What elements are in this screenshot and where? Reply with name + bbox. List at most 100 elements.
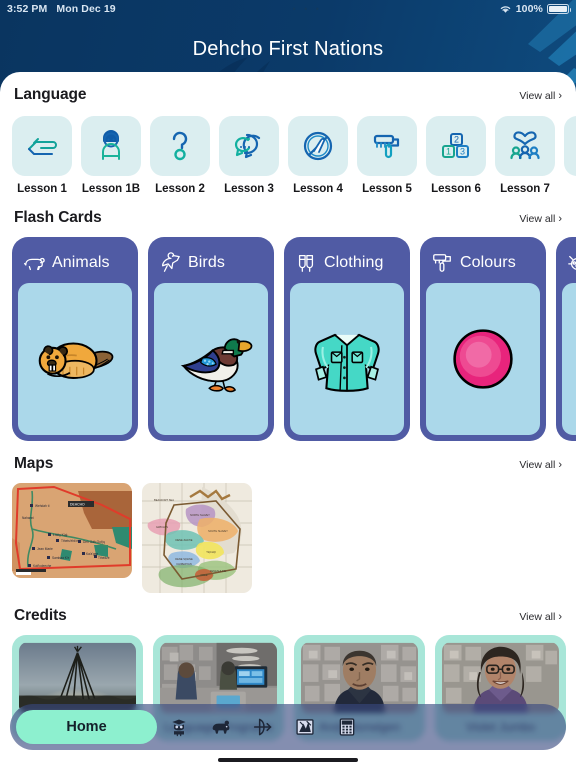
calculator-icon	[339, 718, 355, 736]
svg-text:GWICH'IN: GWICH'IN	[156, 525, 168, 529]
language-view-all-label: View all	[519, 90, 556, 102]
heart-family-icon	[510, 131, 540, 160]
regional-language-areas-map-art: NORTH SLAVEY GWICH'IN SOUTH SLAVEY DENE …	[142, 483, 252, 593]
flash-card-animals[interactable]: Animals	[12, 237, 138, 441]
speech-bubbles-icon	[234, 133, 261, 159]
chevron-right-icon: ›	[558, 89, 562, 102]
flash-card-colours-label: Colours	[460, 254, 516, 271]
lesson-5-label: Lesson 5	[362, 183, 412, 195]
flash-card-animals-art	[18, 283, 132, 435]
flash-card-birds-header: Birds	[154, 243, 268, 283]
sidebar-item-lesson-2[interactable]: Lesson 2	[150, 116, 210, 195]
status-time: 3:52 PM	[7, 3, 48, 15]
sidebar-item-lesson-1b[interactable]: Lesson 1B	[81, 116, 141, 195]
svg-text:2: 2	[454, 135, 459, 145]
status-bar: 3:52 PM Mon Dec 19 • • • 100%	[0, 0, 576, 18]
flash-card-colours[interactable]: Colours	[420, 237, 546, 441]
pink-circle-art	[453, 329, 513, 389]
chevron-right-icon: ›	[558, 610, 562, 623]
tab-hunting[interactable]	[243, 710, 283, 744]
maps-section-header: Maps View all ›	[0, 455, 576, 473]
lesson-5-tile[interactable]	[357, 116, 417, 176]
sidebar-item-lesson-7[interactable]: Lesson 7	[495, 116, 555, 195]
content-sheet: Language View all › Lesson 1 Lesson 1B L…	[0, 72, 576, 768]
svg-text:Kátł'odeeche: Kátł'odeeche	[33, 564, 52, 568]
svg-text:CREE: CREE	[200, 573, 207, 577]
sidebar-item-lesson-6[interactable]: 2 1 3 Lesson 6	[426, 116, 486, 195]
credits-section-header: Credits View all ›	[0, 607, 576, 625]
maps-list[interactable]: Wehdah tí Łíídlı̨ı̨ Kų́ę́ Tthets'éhk'e Deh…	[0, 473, 576, 593]
roller-icon	[433, 254, 451, 272]
svg-text:Sambaa K'e: Sambaa K'e	[52, 556, 69, 560]
flash-card-clothing-label: Clothing	[324, 254, 384, 271]
tab-language[interactable]	[159, 710, 199, 744]
battery-full-icon	[547, 4, 571, 14]
flash-card-birds[interactable]: Birds	[148, 237, 274, 441]
language-section-title: Language	[14, 86, 87, 103]
section-language: Language View all › Lesson 1 Lesson 1B L…	[0, 86, 576, 195]
app-root: 3:52 PM Mon Dec 19 • • • 100% Dehcho Fir…	[0, 0, 576, 768]
flash-card-clothing-art	[290, 283, 404, 435]
lesson-6-label: Lesson 6	[431, 183, 481, 195]
wifi-icon	[500, 6, 510, 13]
status-date: Mon Dec 19	[56, 3, 116, 15]
chevron-right-icon: ›	[558, 458, 562, 471]
svg-text:Deh Gáh Got'ı̨ę: Deh Gáh Got'ı̨ę	[83, 540, 105, 544]
flash-card-clothing[interactable]: Clothing	[284, 237, 410, 441]
svg-text:CHIPEWYAN: CHIPEWYAN	[176, 562, 192, 566]
flash-card-insects-art	[562, 283, 576, 435]
language-lesson-list[interactable]: Lesson 1 Lesson 1B Lesson 2 Lesson 3 Les…	[0, 106, 576, 195]
flash-cards-view-all-button[interactable]: View all ›	[519, 213, 562, 225]
flash-card-colours-art	[426, 283, 540, 435]
map-icon	[296, 719, 314, 735]
tab-flash-cards[interactable]	[201, 710, 241, 744]
flash-card-birds-label: Birds	[188, 254, 225, 271]
flash-card-animals-label: Animals	[52, 254, 110, 271]
maps-view-all-label: View all	[519, 459, 556, 471]
flash-card-insects[interactable]	[556, 237, 576, 441]
lesson-7-label: Lesson 7	[500, 183, 550, 195]
flash-card-animals-header: Animals	[18, 243, 132, 283]
section-flash-cards: Flash Cards View all › Animals Birds Clo…	[0, 209, 576, 441]
svg-text:DENESULINE: DENESULINE	[210, 569, 227, 573]
paint-roller-icon	[373, 134, 400, 159]
svg-text:DEHCHO: DEHCHO	[70, 503, 85, 507]
sidebar-item-lesson-8-partial[interactable]: Le	[564, 116, 576, 195]
no-utensils-icon	[303, 131, 333, 161]
battery-percent-label: 100%	[515, 3, 543, 15]
language-view-all-button[interactable]: View all ›	[519, 90, 562, 102]
bug-icon	[568, 255, 576, 270]
tab-numbers[interactable]	[327, 710, 367, 744]
sidebar-item-lesson-4[interactable]: Lesson 4	[288, 116, 348, 195]
lesson-1b-tile[interactable]	[81, 116, 141, 176]
svg-text:SOUTH SLAVEY: SOUTH SLAVEY	[208, 529, 228, 533]
sidebar-item-lesson-3[interactable]: Lesson 3	[219, 116, 279, 195]
lesson-2-tile[interactable]	[150, 116, 210, 176]
bird-icon	[162, 252, 180, 272]
svg-text:Nahanni: Nahanni	[22, 516, 34, 520]
lesson-6-tile[interactable]: 2 1 3	[426, 116, 486, 176]
flash-cards-section-title: Flash Cards	[14, 209, 102, 226]
lesson-1-tile[interactable]	[12, 116, 72, 176]
status-bar-left: 3:52 PM Mon Dec 19	[7, 3, 116, 15]
sidebar-item-lesson-1[interactable]: Lesson 1	[12, 116, 72, 195]
lesson-7-tile[interactable]	[495, 116, 555, 176]
lesson-4-tile[interactable]	[288, 116, 348, 176]
regional-language-areas-map-thumbnail[interactable]: NORTH SLAVEY GWICH'IN SOUTH SLAVEY DENE …	[142, 483, 252, 593]
lesson-8-tile[interactable]	[564, 116, 576, 176]
flash-cards-section-header: Flash Cards View all ›	[0, 209, 576, 227]
flash-cards-list[interactable]: Animals Birds Clothing Colours	[0, 227, 576, 441]
credits-view-all-button[interactable]: View all ›	[519, 611, 562, 623]
credits-view-all-label: View all	[519, 611, 556, 623]
tab-maps[interactable]	[285, 710, 325, 744]
svg-text:Wehdah tí: Wehdah tí	[35, 504, 50, 508]
tab-home[interactable]: Home	[16, 710, 157, 744]
bottom-tab-bar[interactable]: Home	[10, 704, 566, 750]
lesson-3-tile[interactable]	[219, 116, 279, 176]
lesson-1-label: Lesson 1	[17, 183, 67, 195]
dehcho-territory-map-thumbnail[interactable]: Wehdah tí Łíídlı̨ı̨ Kų́ę́ Tthets'éhk'e Deh…	[12, 483, 132, 578]
beaver-art	[38, 342, 114, 379]
section-maps: Maps View all › Wehdah tí Łíídlı̨ı̨ Kų́ę…	[0, 455, 576, 593]
maps-view-all-button[interactable]: View all ›	[519, 459, 562, 471]
sidebar-item-lesson-5[interactable]: Lesson 5	[357, 116, 417, 195]
